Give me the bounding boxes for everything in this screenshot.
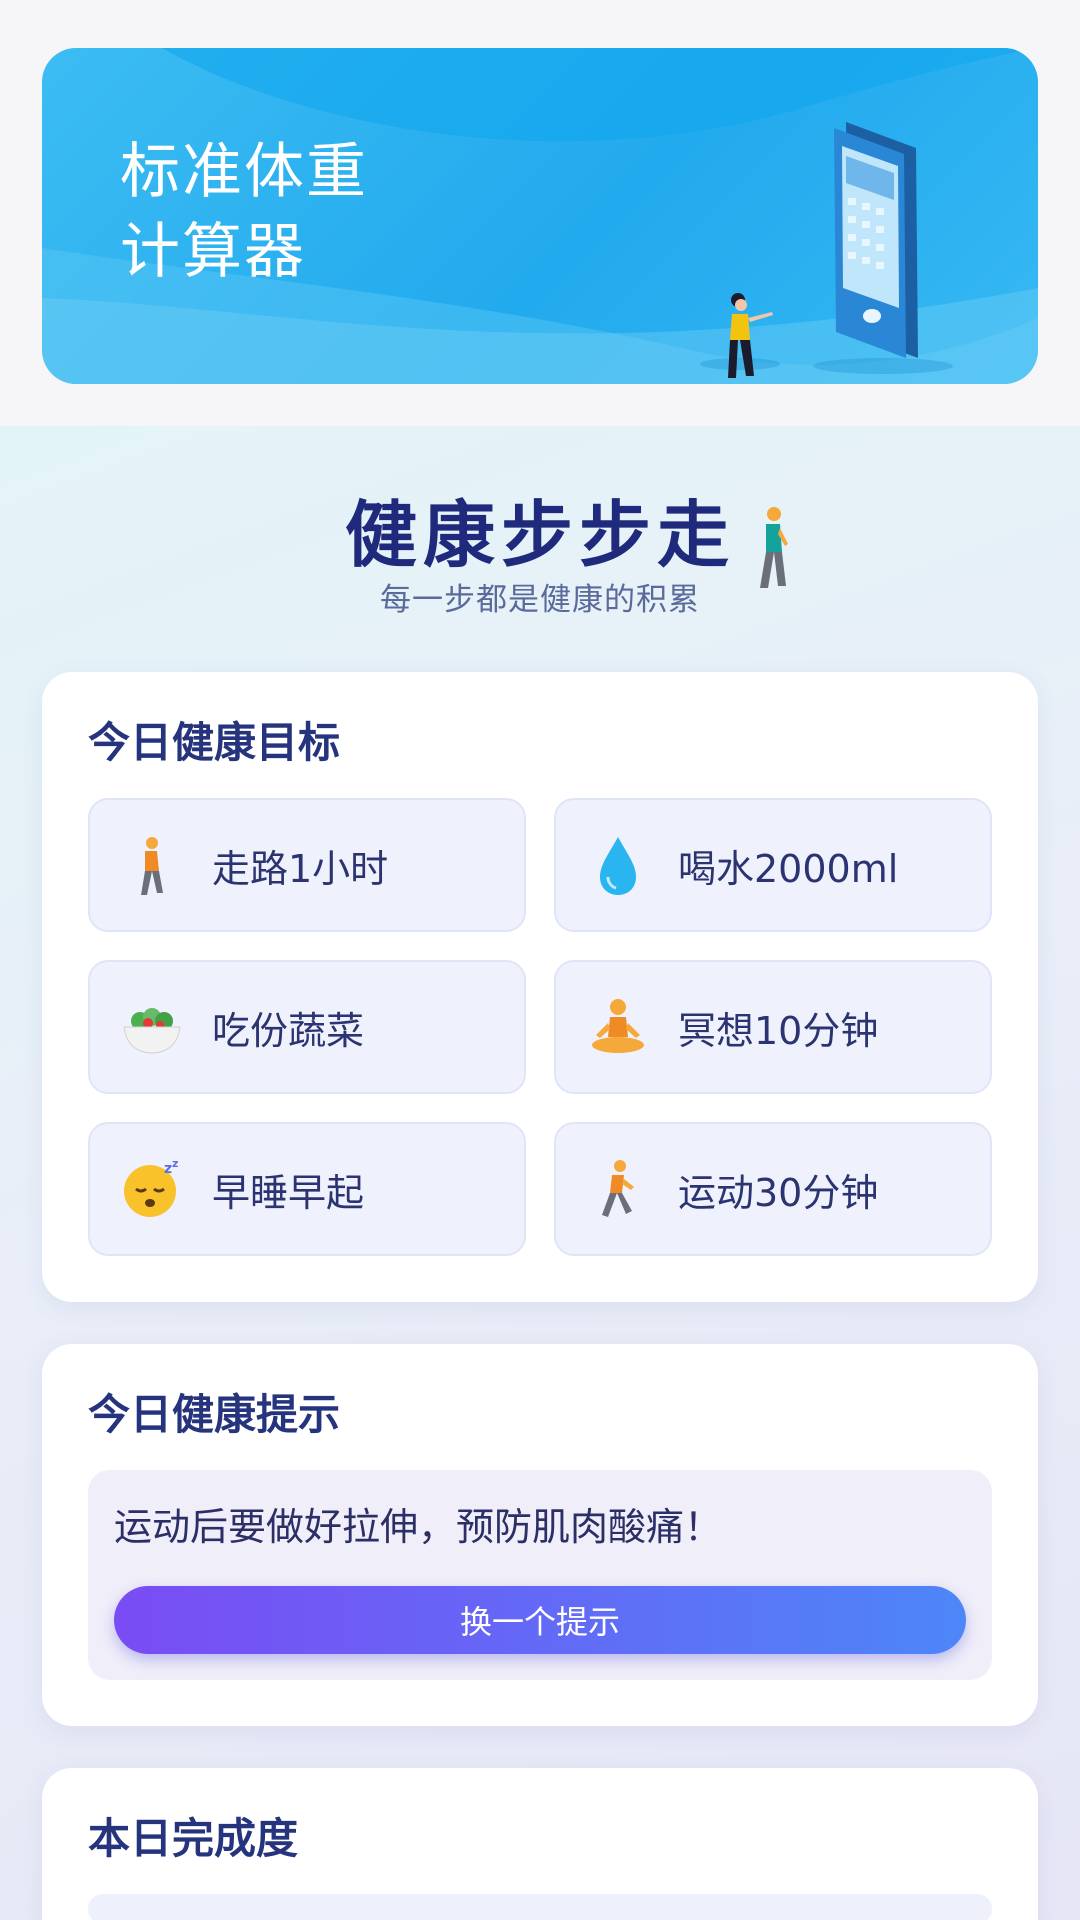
goal-item-exercise[interactable]: 运动30分钟 [554,1122,992,1256]
banner-title-line1: 标准体重 [120,137,368,207]
walking-person-icon [760,507,788,588]
goals-title: 今日健康目标 [88,718,341,767]
goal-label: 走路1小时 [212,846,389,891]
meditation-icon [586,995,650,1059]
tip-box: 运动后要做好拉伸，预防肌肉酸痛！ 换一个提示 [88,1470,992,1680]
progress-title: 本日完成度 [88,1814,299,1863]
hero-title: 健康步步走 [344,493,735,577]
change-tip-button[interactable]: 换一个提示 [114,1586,966,1654]
goal-item-meditation[interactable]: 冥想10分钟 [554,960,992,1094]
goals-card: 今日健康目标 走路1小时 喝水2000ml 吃份蔬菜 冥想10分钟 z z 早睡… [42,672,1038,1302]
calculator-illustration [700,122,953,378]
goal-item-water[interactable]: 喝水2000ml [554,798,992,932]
tips-title: 今日健康提示 [88,1390,341,1439]
goal-item-walk[interactable]: 走路1小时 [88,798,526,932]
health-content: 健康步步走 每一步都是健康的积累 今日健康目标 走路1小时 喝水2000ml 吃… [0,426,1080,1920]
svg-text:z: z [164,1161,172,1177]
progress-card: 本日完成度 [42,1768,1038,1920]
goal-item-sleep[interactable]: zz 早睡早起 [88,1122,526,1256]
top-banner-section: 标准体重 计算器 [0,0,1080,426]
goal-label: 运动30分钟 [678,1170,879,1215]
goal-label: 喝水2000ml [678,846,899,891]
goal-item-vegetables[interactable]: 吃份蔬菜 [88,960,526,1094]
progress-track [88,1894,992,1920]
svg-text:z: z [172,1157,178,1170]
goal-label: 吃份蔬菜 [212,1008,365,1053]
hero-subtitle: 每一步都是健康的积累 [380,582,700,618]
walking-person-icon [120,833,184,897]
goal-label: 冥想10分钟 [678,1008,879,1053]
hero-section: 健康步步走 每一步都是健康的积累 [42,426,1038,672]
tips-card: 今日健康提示 运动后要做好拉伸，预防肌肉酸痛！ 换一个提示 [42,1344,1038,1726]
running-person-icon [586,1157,650,1221]
calculator-banner[interactable]: 标准体重 计算器 [42,48,1038,384]
water-drop-icon [586,833,650,897]
goal-label: 早睡早起 [212,1170,365,1215]
sleeping-face-icon: zz [120,1157,184,1221]
banner-title: 标准体重 计算器 [120,132,368,292]
goals-grid: 走路1小时 喝水2000ml 吃份蔬菜 冥想10分钟 z z 早睡早起 运动30… [88,798,992,1256]
salad-bowl-icon [120,995,184,1059]
tip-text: 运动后要做好拉伸，预防肌肉酸痛！ [114,1505,723,1549]
banner-title-line2: 计算器 [120,217,306,287]
